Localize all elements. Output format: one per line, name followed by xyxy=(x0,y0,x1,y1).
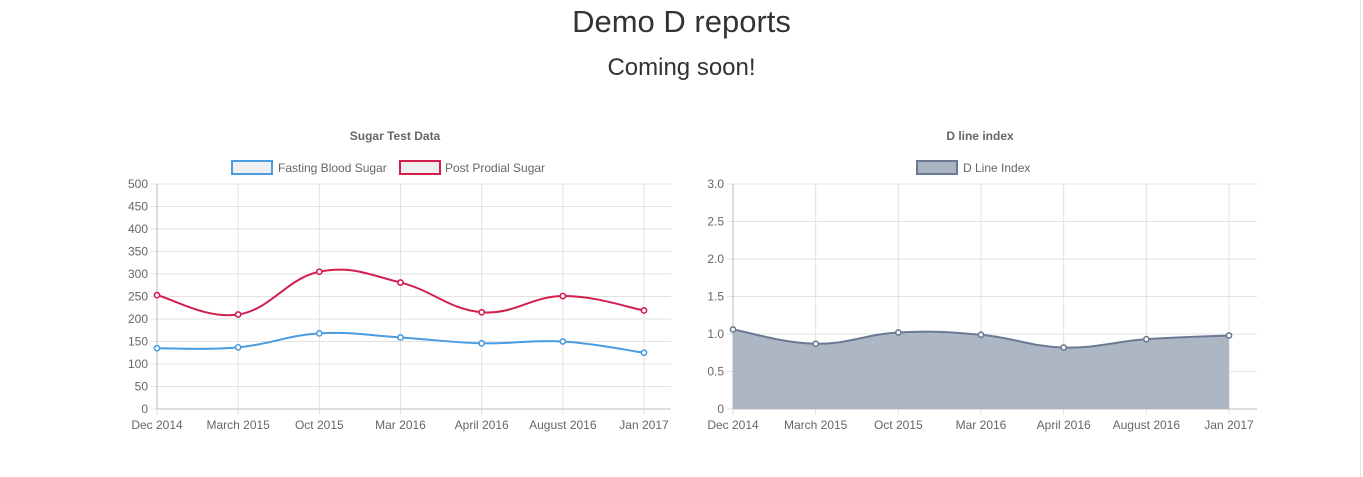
dline-x-tick-label: Mar 2016 xyxy=(956,418,1007,432)
dline-data-point xyxy=(729,326,737,333)
dline-series-area xyxy=(733,329,1229,409)
dline-data-point xyxy=(1142,335,1150,343)
dline-data-point xyxy=(1060,344,1068,351)
dline-y-tick-label: 0.5 xyxy=(707,365,724,379)
dline-y-tick-label: 2.0 xyxy=(707,252,724,266)
dline-data-point xyxy=(977,331,985,339)
dline-legend-label: D Line Index xyxy=(963,161,1030,175)
dline-y-tick-label: 1.0 xyxy=(707,327,724,341)
dline-legend-swatch xyxy=(916,160,958,175)
dline-x-tick-label: March 2015 xyxy=(784,418,848,432)
dline-x-tick-label: Oct 2015 xyxy=(874,418,923,432)
dline-x-tick-label: Jan 2017 xyxy=(1204,418,1254,432)
d-line-index-chart: 3.0 2.5 2.0 1.5 1.0 0.5 0 Dec 2014 March 2015 Oct… xyxy=(707,129,1257,432)
dline-data-point xyxy=(1225,332,1233,339)
dline-data-point xyxy=(812,340,820,348)
dline-y-tick-label: 1.5 xyxy=(707,290,724,304)
dline-y-tick-label: 0 xyxy=(717,402,724,416)
dline-x-tick-label: August 2016 xyxy=(1113,418,1181,432)
dline-chart-title: D line index xyxy=(946,129,1014,143)
dline-y-tick-label: 3.0 xyxy=(707,177,724,191)
dline-x-tick-label: Dec 2014 xyxy=(707,418,759,432)
dline-data-point xyxy=(894,329,902,336)
dline-y-tick-label: 2.5 xyxy=(707,215,724,229)
dline-x-tick-label: April 2016 xyxy=(1037,418,1091,432)
